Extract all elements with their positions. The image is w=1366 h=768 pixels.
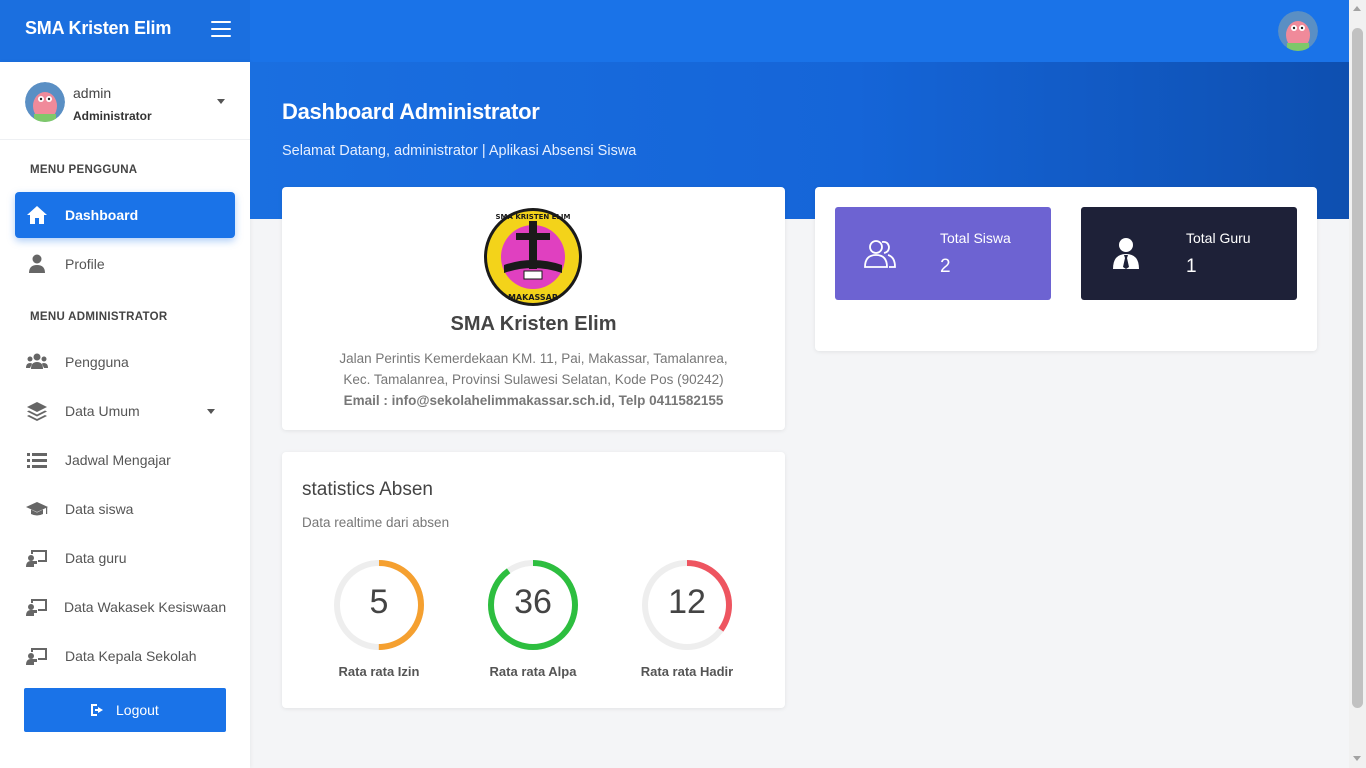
sidebar-item-data-guru[interactable]: Data guru xyxy=(15,535,235,581)
sidebar-item-label: Data siswa xyxy=(65,501,134,517)
school-info-card: SMA KRISTEN ELIM MAKASSAR SMA Kristen El… xyxy=(282,187,785,430)
sidebar: admin Administrator MENU PENGGUNA Dashbo… xyxy=(0,62,250,768)
chalkboard-teacher-icon xyxy=(26,648,47,665)
card-subtitle: Data realtime dari absen xyxy=(302,515,450,530)
user-tie-icon xyxy=(1113,238,1139,269)
sidebar-item-data-kepala-sekolah[interactable]: Data Kepala Sekolah xyxy=(15,633,235,679)
section-label-user: MENU PENGGUNA xyxy=(30,164,138,176)
sidebar-item-profile[interactable]: Profile xyxy=(15,241,235,287)
page-subtitle: Selamat Datang, administrator | Aplikasi… xyxy=(282,143,637,159)
stat-tile-total-guru[interactable]: Total Guru 1 xyxy=(1081,207,1297,300)
logo-text-bottom: MAKASSAR xyxy=(508,293,558,302)
card-title: statistics Absen xyxy=(302,479,433,500)
chevron-down-icon[interactable] xyxy=(217,99,225,104)
menu-toggle-icon[interactable] xyxy=(211,21,231,39)
stat-value: 2 xyxy=(940,256,951,277)
sign-out-icon xyxy=(91,704,103,716)
stat-label: Total Guru xyxy=(1186,230,1251,246)
scroll-thumb[interactable] xyxy=(1352,28,1363,708)
school-name: SMA Kristen Elim xyxy=(450,313,617,335)
stat-label: Total Siswa xyxy=(940,230,1011,246)
sidebar-item-data-umum[interactable]: Data Umum xyxy=(15,388,235,434)
user-panel[interactable]: admin Administrator xyxy=(0,62,250,140)
sidebar-item-label: Profile xyxy=(65,256,105,272)
sidebar-item-label: Pengguna xyxy=(65,354,129,370)
stats-card: Total Siswa 2 Total Guru 1 xyxy=(815,187,1317,351)
section-label-admin: MENU ADMINISTRATOR xyxy=(30,311,168,323)
sidebar-item-pengguna[interactable]: Pengguna xyxy=(15,339,235,385)
layers-icon xyxy=(27,402,47,421)
stat-tile-total-siswa[interactable]: Total Siswa 2 xyxy=(835,207,1051,300)
avatar xyxy=(25,82,65,122)
scroll-down-icon[interactable] xyxy=(1353,756,1361,761)
gauge-label: Rata rata Alpa xyxy=(489,664,577,679)
chevron-down-icon xyxy=(207,409,215,414)
sidebar-item-data-siswa[interactable]: Data siswa xyxy=(15,486,235,532)
page-title: Dashboard Administrator xyxy=(282,99,540,124)
page-scrollbar[interactable] xyxy=(1349,0,1366,768)
address-line-1: Jalan Perintis Kemerdekaan KM. 11, Pai, … xyxy=(339,351,728,366)
sidebar-item-label: Jadwal Mengajar xyxy=(65,452,171,468)
sidebar-item-label: Data Umum xyxy=(65,403,140,419)
school-logo: SMA KRISTEN ELIM MAKASSAR xyxy=(484,208,582,306)
school-contact: Email : info@sekolahelimmakassar.sch.id,… xyxy=(343,393,724,408)
users-icon xyxy=(26,353,48,369)
graduation-cap-icon xyxy=(26,502,48,516)
gauge-label: Rata rata Hadir xyxy=(640,664,734,679)
school-address: Jalan Perintis Kemerdekaan KM. 11, Pai, … xyxy=(282,348,785,411)
sidebar-item-data-wakasek[interactable]: Data Wakasek Kesiswaan xyxy=(15,584,235,630)
avatar-image xyxy=(1278,11,1318,51)
scroll-up-icon[interactable] xyxy=(1353,6,1361,11)
address-line-2: Kec. Tamalanrea, Provinsi Sulawesi Selat… xyxy=(343,372,724,387)
user-role: Administrator xyxy=(73,109,152,123)
sidebar-item-jadwal-mengajar[interactable]: Jadwal Mengajar xyxy=(15,437,235,483)
gauge-label: Rata rata Izin xyxy=(338,664,420,679)
gauge-hadir: 12 xyxy=(637,555,737,655)
logout-button[interactable]: Logout xyxy=(24,688,226,732)
avatar-image xyxy=(25,82,65,122)
sidebar-item-label: Dashboard xyxy=(65,207,139,223)
gauge-izin: 5 xyxy=(329,555,429,655)
gauge-alpa: 36 xyxy=(483,555,583,655)
gauge-value: 36 xyxy=(514,583,552,621)
users-outline-icon xyxy=(864,240,896,268)
sidebar-item-label: Data Kepala Sekolah xyxy=(65,648,197,664)
chalkboard-teacher-icon xyxy=(26,550,47,567)
top-avatar[interactable] xyxy=(1278,11,1318,51)
sidebar-item-label: Data Wakasek Kesiswaan xyxy=(64,599,227,615)
list-icon xyxy=(27,453,47,468)
brand-bar: SMA Kristen Elim xyxy=(0,0,250,62)
gauge-value: 5 xyxy=(369,583,389,621)
stat-value: 1 xyxy=(1186,256,1197,277)
logout-label: Logout xyxy=(116,702,159,718)
attendance-stats-card: statistics Absen Data realtime dari abse… xyxy=(282,452,785,708)
logo-text-top: SMA KRISTEN ELIM xyxy=(496,213,571,221)
sidebar-item-label: Data guru xyxy=(65,550,127,566)
home-icon xyxy=(27,206,47,224)
user-name: admin xyxy=(73,85,112,101)
gauge-value: 12 xyxy=(668,583,706,621)
user-icon xyxy=(29,254,45,273)
chalkboard-teacher-icon xyxy=(26,599,47,616)
brand-title[interactable]: SMA Kristen Elim xyxy=(25,18,171,39)
sidebar-item-dashboard[interactable]: Dashboard xyxy=(15,192,235,238)
